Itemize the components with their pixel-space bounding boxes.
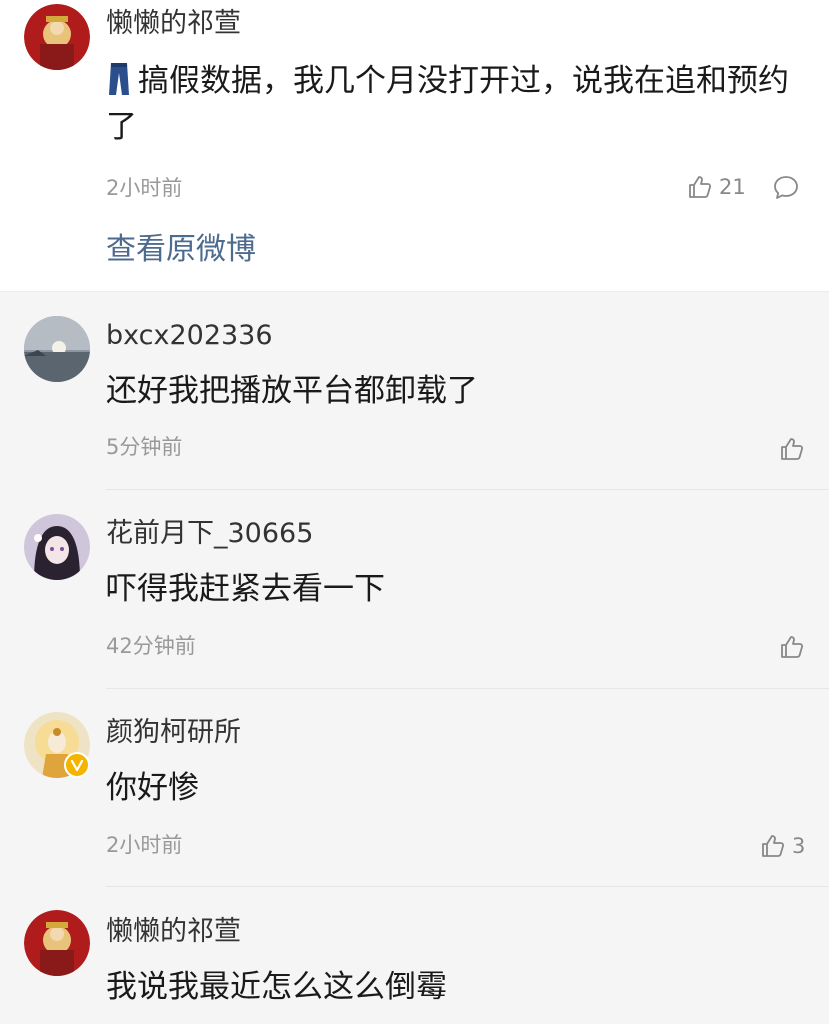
comment-text-content: 搞假数据，我几个月没打开过，说我在追和预约了 (106, 63, 789, 145)
reply-time: 5分钟前 (106, 435, 183, 459)
comment-text: 搞假数据，我几个月没打开过，说我在追和预约了 (106, 58, 806, 150)
reply-text: 你好惨 (106, 770, 199, 806)
username[interactable]: 花前月下_30665 (106, 518, 313, 550)
avatar[interactable] (24, 316, 90, 382)
username[interactable]: 颜狗柯研所 (106, 717, 241, 749)
username[interactable]: 懒懒的祁萱 (106, 916, 241, 948)
divider (0, 291, 829, 292)
thumbs-up-icon (781, 636, 804, 658)
view-original-weibo-link[interactable]: 查看原微博 (106, 230, 256, 270)
avatar[interactable] (24, 4, 90, 70)
like-button[interactable] (779, 632, 805, 662)
verified-badge-icon (64, 752, 90, 778)
reply-text: 吓得我赶紧去看一下 (106, 571, 385, 607)
like-button[interactable]: 21 (687, 172, 746, 202)
divider (106, 489, 829, 490)
reply-text: 还好我把播放平台都卸载了 (106, 373, 478, 409)
username[interactable]: 懒懒的祁萱 (106, 8, 241, 40)
like-count: 21 (719, 175, 746, 199)
thumbs-up-icon (689, 176, 712, 198)
like-count: 3 (792, 834, 806, 858)
divider (106, 688, 829, 689)
main-comment: 懒懒的祁萱 搞假数据，我几个月没打开过，说我在追和预约了 2小时前 21 查看原… (0, 0, 829, 291)
avatar[interactable] (24, 910, 90, 976)
comment-time: 2小时前 (106, 176, 183, 200)
avatar[interactable] (24, 514, 90, 580)
reply-time: 2小时前 (106, 833, 183, 857)
thumbs-up-icon (781, 438, 804, 460)
comment-bubble-icon (774, 176, 798, 199)
jeans-icon (106, 61, 132, 97)
like-button[interactable]: 3 (760, 831, 805, 861)
thumbs-up-icon (762, 835, 785, 857)
username[interactable]: bxcx202336 (106, 320, 273, 352)
reply-text: 我说我最近怎么这么倒霉 (106, 969, 447, 1005)
reply-button[interactable] (772, 174, 800, 202)
divider (106, 886, 829, 887)
reply-time: 42分钟前 (106, 634, 196, 658)
like-button[interactable] (779, 434, 805, 464)
